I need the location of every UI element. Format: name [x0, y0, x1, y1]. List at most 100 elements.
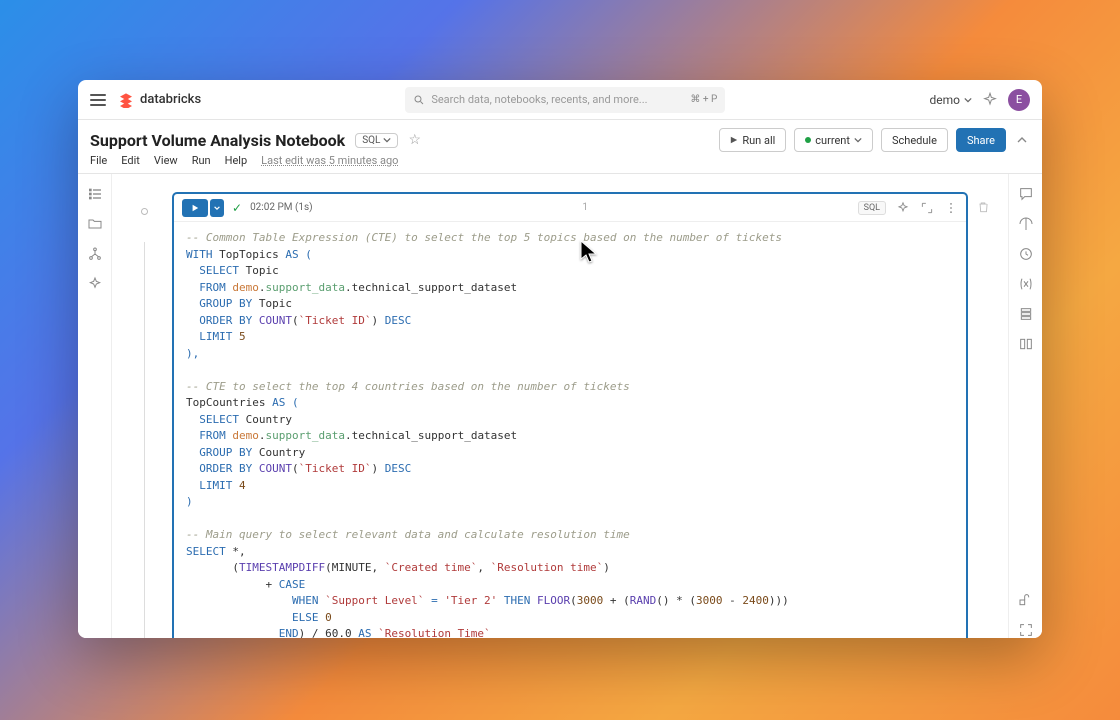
t: `Ticket ID` [299, 314, 372, 327]
t: 'Tier 2' [444, 594, 497, 607]
t: technical_support_dataset [352, 429, 518, 442]
mlflow-icon[interactable] [1018, 216, 1034, 232]
user-avatar[interactable]: E [1008, 89, 1030, 111]
schema-icon[interactable] [87, 246, 103, 262]
success-check-icon: ✓ [232, 201, 242, 215]
t: 3000 [577, 594, 604, 607]
t: support_data [266, 429, 345, 442]
t: GROUP BY [199, 446, 252, 459]
t: `Resolution time` [491, 561, 604, 574]
t: ( [292, 396, 299, 409]
t: Topic [259, 297, 292, 310]
code-line: -- Common Table Expression (CTE) to sele… [186, 231, 782, 244]
t: `Ticket ID` [299, 462, 372, 475]
t: `Support Level` [325, 594, 424, 607]
t: RAND [630, 594, 657, 607]
folder-icon[interactable] [87, 216, 103, 232]
exit-focus-icon[interactable] [1018, 622, 1034, 638]
t: demo [232, 281, 259, 294]
t: CASE [279, 578, 306, 591]
t: LIMIT [199, 479, 232, 492]
t: SELECT [199, 264, 239, 277]
t: WHEN [292, 594, 319, 607]
run-options-dropdown[interactable] [210, 199, 224, 217]
t: / 60.0 [312, 627, 352, 638]
code-cell[interactable]: ✓ 02:02 PM (1s) 1 SQL -- Common Table Ex… [172, 192, 968, 638]
last-edit-info[interactable]: Last edit was 5 minutes ago [261, 154, 398, 167]
menu-run[interactable]: Run [192, 154, 211, 167]
search-placeholder: Search data, notebooks, recents, and mor… [431, 93, 647, 106]
t: 0 [325, 611, 332, 624]
workspace-dropdown[interactable]: demo [929, 93, 972, 107]
favorite-star-icon[interactable]: ☆ [408, 132, 421, 148]
t: 5 [239, 330, 246, 343]
global-search[interactable]: Search data, notebooks, recents, and mor… [405, 87, 725, 113]
comments-icon[interactable] [1018, 186, 1034, 202]
history-icon[interactable] [1018, 246, 1034, 262]
search-shortcut: ⌘ + P [690, 94, 717, 105]
chevron-down-icon [214, 205, 220, 211]
cell-language-pill[interactable]: SQL [858, 201, 886, 215]
share-label: Share [967, 134, 995, 147]
t: 4 [239, 479, 246, 492]
assistant-sparkle-icon[interactable] [982, 92, 998, 108]
share-button[interactable]: Share [956, 128, 1006, 152]
connector-dot [141, 208, 148, 215]
t: AS [358, 627, 371, 638]
t: `Resolution Time` [378, 627, 491, 638]
t: TIMESTAMPDIFF [239, 561, 325, 574]
t: AS [285, 248, 298, 261]
environments-icon[interactable] [1018, 336, 1034, 352]
schedule-button[interactable]: Schedule [881, 128, 948, 152]
cluster-status-dot [805, 137, 811, 143]
code-editor[interactable]: -- Common Table Expression (CTE) to sele… [174, 222, 966, 638]
t: `Created time` [385, 561, 478, 574]
run-all-button[interactable]: Run all [719, 128, 786, 152]
menu-view[interactable]: View [154, 154, 178, 167]
t: FLOOR [537, 594, 570, 607]
sparkle-icon[interactable] [87, 276, 103, 292]
cell-kebab-menu-icon[interactable] [944, 201, 958, 215]
t: ORDER BY [199, 314, 252, 327]
t: 2400 [742, 594, 769, 607]
variables-icon[interactable] [1018, 276, 1034, 292]
t: Country [246, 413, 292, 426]
language-label: SQL [362, 135, 380, 146]
menu-edit[interactable]: Edit [121, 154, 140, 167]
schedule-label: Schedule [892, 134, 937, 147]
collapse-header-icon[interactable] [1014, 132, 1030, 148]
brand-logo[interactable]: databricks [118, 92, 201, 108]
code-line: -- CTE to select the top 4 countries bas… [186, 380, 630, 393]
t: COUNT [259, 314, 292, 327]
cluster-name: current [815, 134, 850, 147]
notebook-title[interactable]: Support Volume Analysis Notebook [90, 131, 345, 150]
notebook-language-pill[interactable]: SQL [355, 133, 398, 148]
cluster-dropdown[interactable]: current [794, 128, 873, 152]
menu-help[interactable]: Help [225, 154, 248, 167]
t: TopCountries [186, 396, 265, 409]
expand-icon[interactable] [920, 201, 934, 215]
t: TopTopics [219, 248, 279, 261]
t: DESC [385, 462, 412, 475]
databricks-icon [118, 92, 134, 108]
hamburger-menu[interactable] [90, 94, 106, 106]
t: Topic [246, 264, 279, 277]
menu-file[interactable]: File [90, 154, 107, 167]
ai-sparkle-icon[interactable] [896, 201, 910, 215]
t: DESC [385, 314, 412, 327]
t: *, [232, 545, 245, 558]
t: END [279, 627, 299, 638]
search-icon [413, 94, 425, 106]
chevron-down-icon [383, 136, 391, 144]
toc-icon[interactable] [87, 186, 103, 202]
t: WITH [186, 248, 213, 261]
run-cell-button[interactable] [182, 199, 208, 217]
play-icon [730, 136, 738, 144]
keyboard-shortcuts-icon[interactable] [1018, 592, 1034, 608]
play-icon [191, 204, 199, 212]
t: LIMIT [199, 330, 232, 343]
delete-cell-icon[interactable] [976, 200, 990, 214]
avatar-initial: E [1016, 93, 1022, 106]
catalog-icon[interactable] [1018, 306, 1034, 322]
t: = [431, 594, 438, 607]
